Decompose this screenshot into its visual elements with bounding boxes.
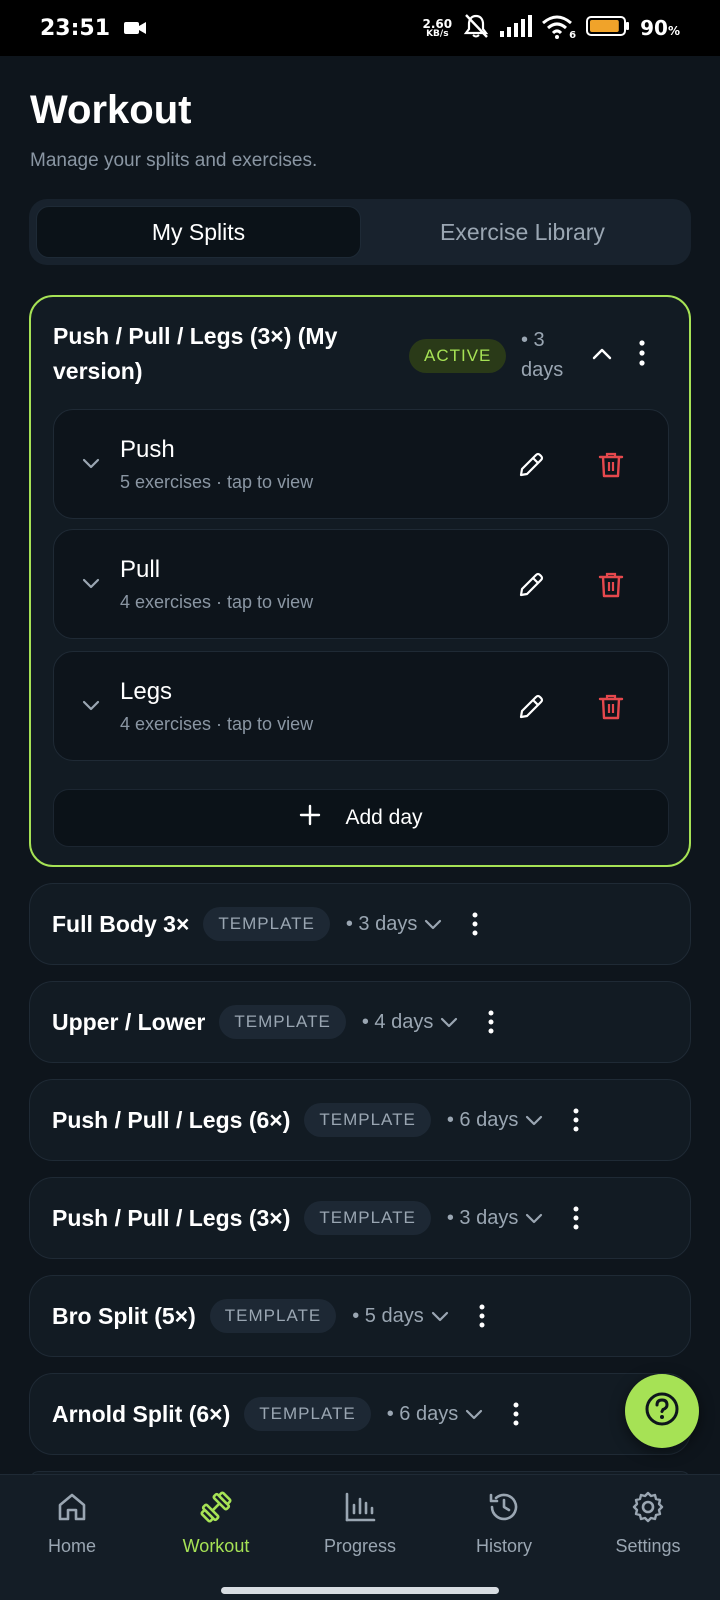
template-card[interactable]: Bro Split (5×) TEMPLATE • 5 days bbox=[29, 1275, 691, 1357]
nav-progress[interactable]: Progress bbox=[288, 1475, 432, 1571]
help-button[interactable] bbox=[625, 1374, 699, 1448]
trash-icon[interactable] bbox=[594, 568, 628, 602]
trash-icon[interactable] bbox=[594, 690, 628, 724]
page-subtitle: Manage your splits and exercises. bbox=[30, 150, 318, 171]
template-days: • 3 days bbox=[446, 1206, 519, 1229]
template-menu-kebab-icon[interactable] bbox=[566, 1105, 586, 1135]
day-name: Legs bbox=[120, 678, 173, 705]
history-icon bbox=[486, 1489, 522, 1530]
split-days: • 3 days bbox=[521, 329, 564, 381]
template-menu-kebab-icon[interactable] bbox=[481, 1007, 501, 1037]
template-days: • 6 days bbox=[386, 1402, 459, 1425]
home-indicator[interactable] bbox=[221, 1587, 499, 1594]
template-menu-kebab-icon[interactable] bbox=[566, 1203, 586, 1233]
chevron-down-icon[interactable] bbox=[522, 1108, 546, 1132]
nav-label: Home bbox=[47, 1536, 96, 1556]
template-badge: TEMPLATE bbox=[219, 1005, 346, 1039]
day-name: Pull bbox=[120, 556, 161, 583]
pencil-icon[interactable] bbox=[514, 568, 548, 602]
page-title: Workout bbox=[30, 88, 192, 132]
nav-history[interactable]: History bbox=[432, 1475, 576, 1571]
collapse-chevron-up-icon[interactable] bbox=[587, 339, 617, 369]
chevron-down-icon[interactable] bbox=[428, 1304, 452, 1328]
pencil-icon[interactable] bbox=[514, 690, 548, 724]
help-icon bbox=[642, 1389, 682, 1434]
video-camera-icon bbox=[124, 20, 147, 36]
template-days: • 3 days bbox=[345, 912, 418, 935]
day-name: Push bbox=[120, 436, 175, 463]
template-name: Full Body 3× bbox=[52, 910, 190, 937]
template-card[interactable]: Arnold Split (6×) TEMPLATE • 6 days bbox=[29, 1373, 691, 1455]
trash-icon[interactable] bbox=[594, 448, 628, 482]
day-row-pull[interactable]: Pull 4 exercises · tap to view bbox=[53, 529, 669, 639]
nav-label: History bbox=[475, 1536, 532, 1556]
template-days: • 4 days bbox=[361, 1010, 434, 1033]
template-name: Upper / Lower bbox=[52, 1008, 206, 1035]
nav-home[interactable]: Home bbox=[0, 1475, 144, 1571]
template-name: Arnold Split (6×) bbox=[52, 1400, 231, 1427]
split-title[interactable]: Push / Pull / Legs (3×) (My version) bbox=[53, 319, 373, 389]
bottom-navigation: Home Workout Progress History Settings bbox=[0, 1474, 720, 1600]
template-name: Bro Split (5×) bbox=[52, 1302, 196, 1329]
template-card[interactable]: Full Body 3× TEMPLATE • 3 days bbox=[29, 883, 691, 965]
nav-settings[interactable]: Settings bbox=[576, 1475, 720, 1571]
active-split-card: Push / Pull / Legs (3×) (My version) ACT… bbox=[29, 295, 691, 867]
home-icon bbox=[54, 1489, 90, 1530]
active-badge: ACTIVE bbox=[409, 339, 507, 373]
template-badge: TEMPLATE bbox=[244, 1397, 371, 1431]
pencil-icon[interactable] bbox=[514, 448, 548, 482]
template-name: Push / Pull / Legs (3×) bbox=[52, 1204, 291, 1231]
template-badge: TEMPLATE bbox=[304, 1201, 431, 1235]
template-card[interactable]: Push / Pull / Legs (3×) TEMPLATE • 3 day… bbox=[29, 1177, 691, 1259]
day-row-legs[interactable]: Legs 4 exercises · tap to view bbox=[53, 651, 669, 761]
battery-percent: 90% bbox=[640, 16, 680, 40]
day-row-push[interactable]: Push 5 exercises · tap to view bbox=[53, 409, 669, 519]
status-time: 23:51 bbox=[40, 15, 111, 41]
mute-alarm-icon bbox=[462, 13, 490, 43]
template-card[interactable]: Upper / Lower TEMPLATE • 4 days bbox=[29, 981, 691, 1063]
template-card[interactable]: Push / Pull / Legs (6×) TEMPLATE • 6 day… bbox=[29, 1079, 691, 1161]
nav-label: Settings bbox=[615, 1536, 681, 1556]
net-speed: 2.60 KB/s bbox=[422, 16, 453, 39]
plus-icon bbox=[299, 804, 321, 832]
tab-my-splits[interactable]: My Splits bbox=[36, 206, 361, 258]
template-menu-kebab-icon[interactable] bbox=[465, 909, 485, 939]
day-meta: 4 exercises · tap to view bbox=[120, 714, 314, 734]
chevron-down-icon[interactable] bbox=[78, 570, 104, 596]
add-day-label: Add day bbox=[345, 806, 423, 829]
day-meta: 4 exercises · tap to view bbox=[120, 592, 314, 612]
chevron-down-icon[interactable] bbox=[437, 1010, 461, 1034]
day-meta: 5 exercises · tap to view bbox=[120, 472, 314, 492]
template-badge: TEMPLATE bbox=[209, 1299, 337, 1333]
status-bar: 23:51 2.60 KB/s 6 90% bbox=[0, 0, 720, 56]
chevron-down-icon[interactable] bbox=[78, 450, 104, 476]
add-day-button[interactable]: Add day bbox=[53, 789, 669, 847]
template-menu-kebab-icon[interactable] bbox=[506, 1399, 526, 1429]
template-badge: TEMPLATE bbox=[304, 1103, 431, 1137]
tab-exercise-library[interactable]: Exercise Library bbox=[361, 206, 684, 258]
signal-icon bbox=[500, 15, 533, 41]
chevron-down-icon[interactable] bbox=[421, 912, 445, 936]
nav-label: Workout bbox=[182, 1536, 250, 1556]
segmented-tabs: My Splits Exercise Library bbox=[29, 199, 691, 265]
template-menu-kebab-icon[interactable] bbox=[472, 1301, 492, 1331]
gear-icon bbox=[630, 1489, 666, 1530]
battery-icon bbox=[586, 15, 630, 41]
template-days: • 5 days bbox=[352, 1304, 424, 1327]
template-name: Push / Pull / Legs (6×) bbox=[52, 1106, 291, 1133]
nav-workout[interactable]: Workout bbox=[144, 1475, 288, 1571]
chevron-down-icon[interactable] bbox=[522, 1206, 546, 1230]
template-badge: TEMPLATE bbox=[203, 907, 330, 941]
dumbbell-icon bbox=[198, 1489, 234, 1530]
nav-label: Progress bbox=[323, 1536, 397, 1556]
wifi-icon: 6 bbox=[542, 15, 576, 41]
split-menu-kebab-icon[interactable] bbox=[629, 335, 655, 371]
template-days: • 6 days bbox=[446, 1108, 519, 1131]
chevron-down-icon[interactable] bbox=[78, 692, 104, 718]
bar-chart-icon bbox=[342, 1489, 378, 1530]
chevron-down-icon[interactable] bbox=[462, 1402, 486, 1426]
